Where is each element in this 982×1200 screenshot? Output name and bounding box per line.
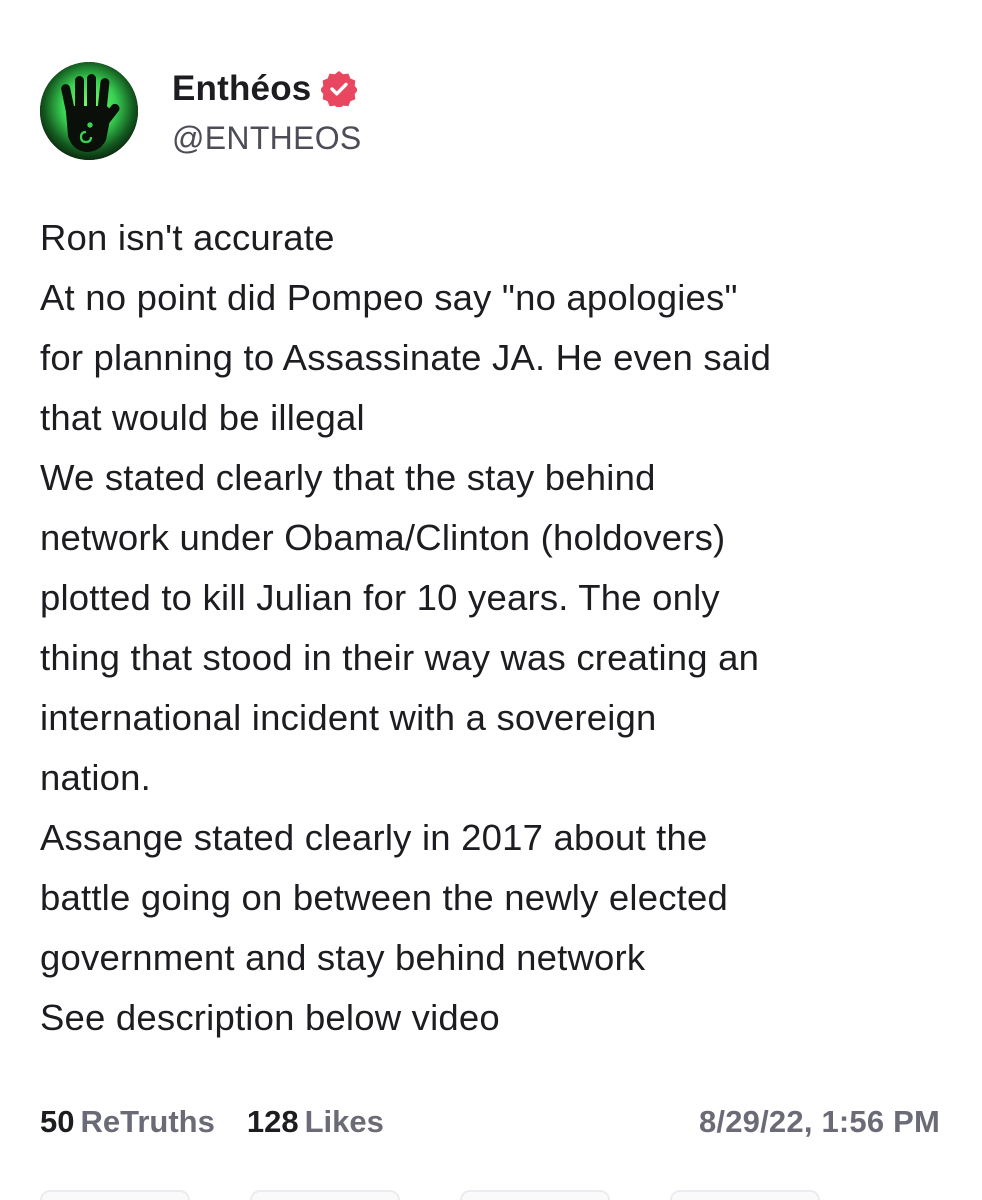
post-text-line: plotted to kill Julian for 10 years. The… <box>40 577 720 618</box>
post-text-line: We stated clearly that the stay behind <box>40 457 656 498</box>
post-text-line: that would be illegal <box>40 397 365 438</box>
share-button[interactable] <box>670 1190 820 1200</box>
post-text-line: thing that stood in their way was creati… <box>40 637 760 678</box>
action-bar <box>0 1190 982 1200</box>
retruths-stat[interactable]: 50 ReTruths <box>40 1104 215 1140</box>
reply-button[interactable] <box>40 1190 190 1200</box>
post-body: Ron isn't accurate At no point did Pompe… <box>40 208 960 1048</box>
post-text-line: battle going on between the newly electe… <box>40 877 728 918</box>
retruths-count: 50 <box>40 1104 75 1139</box>
like-button[interactable] <box>460 1190 610 1200</box>
post-text-line: network under Obama/Clinton (holdovers) <box>40 517 726 558</box>
post-text-line: Ron isn't accurate <box>40 217 335 258</box>
author-name-row: Enthéos <box>172 66 362 112</box>
verified-badge-icon <box>320 70 359 109</box>
retruth-button[interactable] <box>250 1190 400 1200</box>
post-text-line: international incident with a sovereign <box>40 697 657 738</box>
likes-stat[interactable]: 128 Likes <box>247 1104 384 1140</box>
author-handle[interactable]: @ENTHEOS <box>172 120 362 157</box>
post-card: Enthéos @ENTHEOS Ron isn't accurate At n… <box>0 0 982 1200</box>
post-stats: 50 ReTruths 128 Likes <box>40 1104 416 1140</box>
avatar[interactable] <box>40 62 138 160</box>
post-timestamp: 8/29/22, 1:56 PM <box>698 1104 940 1139</box>
post-text-line: At no point did Pompeo say "no apologies… <box>40 277 738 318</box>
retruths-label: ReTruths <box>80 1104 215 1139</box>
post-text-line: nation. <box>40 757 151 798</box>
post-text-line: government and stay behind network <box>40 937 646 978</box>
post-text-line: See description below video <box>40 997 500 1038</box>
likes-count: 128 <box>246 1104 299 1139</box>
green-glowing-hand-avatar-icon <box>40 62 138 160</box>
likes-label: Likes <box>304 1104 384 1139</box>
author-info: Enthéos @ENTHEOS <box>172 66 362 157</box>
author-display-name[interactable]: Enthéos <box>172 69 311 109</box>
post-header: Enthéos @ENTHEOS <box>40 62 362 160</box>
post-text-line: Assange stated clearly in 2017 about the <box>40 817 708 858</box>
post-text-line: for planning to Assassinate JA. He even … <box>40 337 772 378</box>
